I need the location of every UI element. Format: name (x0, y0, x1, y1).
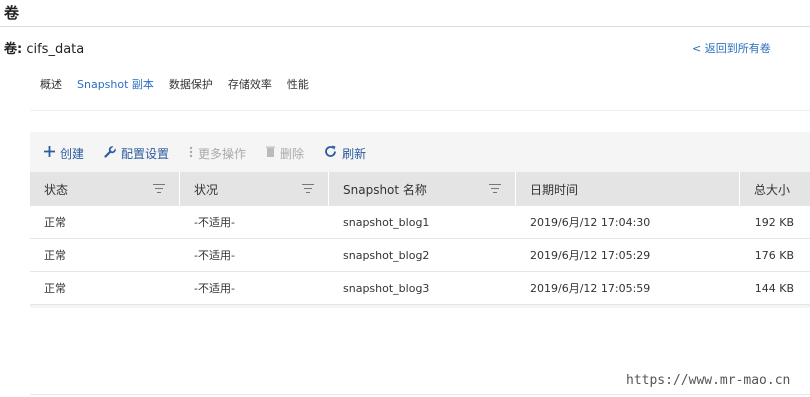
cell-status: -不适用- (194, 216, 235, 229)
column-label: 状况 (194, 182, 219, 197)
trash-icon (266, 146, 276, 160)
cell-date-time: 2019/6月/12 17:05:29 (530, 249, 651, 262)
toolbar: 创建 配置设置 更多操作 删除 刷新 (30, 140, 386, 166)
snapshot-table: 状态 状况 Snapshot 名称 日期时间 总大小 正常 -不适用- snap… (30, 172, 810, 305)
refresh-button[interactable]: 刷新 (324, 145, 366, 162)
vertical-dots-icon (189, 146, 193, 161)
filter-icon[interactable] (489, 184, 501, 193)
page-title: 卷 (4, 4, 20, 22)
column-header-snapshot-name[interactable]: Snapshot 名称 (329, 172, 516, 206)
cell-date-time: 2019/6月/12 17:05:59 (530, 282, 651, 295)
refresh-label: 刷新 (342, 146, 367, 161)
cell-status: -不适用- (194, 282, 235, 295)
volume-prefix: 卷: (4, 42, 23, 57)
cell-date-time: 2019/6月/12 17:04:30 (530, 216, 651, 229)
configure-settings-label: 配置设置 (121, 146, 170, 161)
cell-snapshot-name: snapshot_blog3 (343, 281, 430, 295)
tab-performance[interactable]: 性能 (287, 76, 309, 92)
watermark-text: https://www.mr-mao.cn (626, 373, 791, 388)
tab-storage-efficiency[interactable]: 存储效率 (228, 76, 272, 92)
subnav-divider (30, 110, 810, 111)
table-row[interactable]: 正常 -不适用- snapshot_blog1 2019/6月/12 17:04… (30, 206, 810, 239)
plus-icon (44, 146, 55, 160)
create-button[interactable]: 创建 (44, 145, 84, 162)
cell-status: -不适用- (194, 249, 235, 262)
column-header-date-time[interactable]: 日期时间 (516, 172, 740, 206)
more-actions-label: 更多操作 (198, 146, 247, 161)
bottom-divider (30, 394, 810, 395)
cell-state: 正常 (44, 216, 66, 229)
tab-overview[interactable]: 概述 (40, 76, 62, 92)
table-header: 状态 状况 Snapshot 名称 日期时间 总大小 (30, 172, 810, 206)
column-header-state[interactable]: 状态 (30, 172, 180, 206)
filter-icon[interactable] (302, 184, 314, 193)
column-label: Snapshot 名称 (343, 182, 427, 197)
tab-data-protection[interactable]: 数据保护 (169, 76, 213, 92)
refresh-icon (324, 145, 337, 161)
column-header-total-size[interactable]: 总大小 (740, 172, 810, 206)
table-row[interactable]: 正常 -不适用- snapshot_blog2 2019/6月/12 17:05… (30, 239, 810, 272)
cell-total-size: 144 KB (754, 281, 794, 295)
back-to-all-volumes-link[interactable]: < 返回到所有卷 (692, 40, 771, 56)
sub-navigation: 概述 Snapshot 副本 数据保护 存储效率 性能 (40, 76, 324, 92)
more-actions-button[interactable]: 更多操作 (189, 145, 246, 162)
volume-title: 卷: cifs_data (4, 38, 84, 57)
cell-total-size: 176 KB (754, 248, 794, 262)
cell-total-size: 192 KB (754, 215, 794, 229)
column-label: 总大小 (754, 182, 791, 197)
cell-snapshot-name: snapshot_blog2 (343, 248, 430, 262)
table-row[interactable]: 正常 -不适用- snapshot_blog3 2019/6月/12 17:05… (30, 272, 810, 305)
wrench-icon (104, 145, 117, 161)
create-label: 创建 (60, 146, 85, 161)
tab-snapshot-copies[interactable]: Snapshot 副本 (77, 76, 154, 92)
delete-button[interactable]: 删除 (266, 145, 304, 162)
cell-state: 正常 (44, 282, 66, 295)
title-divider (0, 26, 810, 27)
configure-settings-button[interactable]: 配置设置 (104, 145, 169, 162)
volume-name: cifs_data (26, 42, 85, 57)
page: 卷 卷: cifs_data < 返回到所有卷 概述 Snapshot 副本 数… (0, 0, 810, 397)
cell-state: 正常 (44, 249, 66, 262)
column-label: 日期时间 (530, 182, 579, 197)
cell-snapshot-name: snapshot_blog1 (343, 215, 430, 229)
delete-label: 删除 (280, 146, 305, 161)
column-header-status[interactable]: 状况 (180, 172, 329, 206)
column-label: 状态 (44, 182, 69, 197)
filter-icon[interactable] (153, 184, 165, 193)
